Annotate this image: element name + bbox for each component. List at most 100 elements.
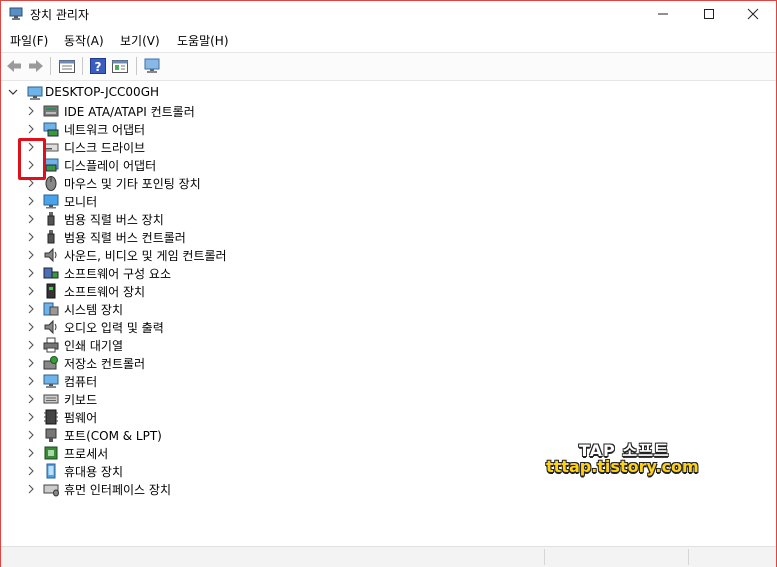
chevron-right-icon[interactable]	[27, 214, 35, 224]
minimize-button[interactable]	[640, 1, 686, 27]
device-manager-window: 장치 관리자 파일(F) 동작(A) 보기(V) 도움말(H) ? DESKTO…	[0, 0, 777, 567]
view-icon[interactable]	[111, 57, 129, 75]
tree-item[interactable]: 포트(COM & LPT)	[1, 426, 401, 444]
tree-item-label: 디스크 드라이브	[64, 141, 146, 155]
tree-item-label: 펌웨어	[64, 411, 98, 425]
software-component-icon	[43, 267, 59, 279]
tree-item[interactable]: 인쇄 대기열	[1, 336, 401, 354]
tree-item[interactable]: 소프트웨어 장치	[1, 282, 401, 300]
computer-icon	[27, 86, 43, 100]
tree-item-label: 사운드, 비디오 및 게임 컨트롤러	[64, 249, 227, 263]
menu-action[interactable]: 동작(A)	[64, 32, 104, 49]
tree-item[interactable]: 키보드	[1, 390, 401, 408]
tree-item[interactable]: 범용 직렬 버스 컨트롤러	[1, 228, 401, 246]
chevron-right-icon[interactable]	[27, 322, 35, 332]
speaker-icon	[44, 247, 57, 263]
toolbar-separator	[136, 57, 137, 75]
tree-item-label: 소프트웨어 장치	[64, 285, 146, 299]
tree-item[interactable]: 마우스 및 기타 포인팅 장치	[1, 174, 401, 192]
tree-item[interactable]: 디스플레이 어댑터	[1, 156, 401, 174]
software-device-icon	[46, 283, 56, 299]
title-bar[interactable]: 장치 관리자	[1, 1, 776, 27]
keyboard-icon	[43, 394, 59, 404]
chevron-right-icon[interactable]	[27, 286, 35, 296]
chevron-right-icon[interactable]	[27, 232, 35, 242]
computer-icon	[43, 374, 59, 388]
tree-item[interactable]: 범용 직렬 버스 장치	[1, 210, 401, 228]
tree-item-label: 범용 직렬 버스 장치	[64, 213, 164, 227]
tree-item[interactable]: 오디오 입력 및 출력	[1, 318, 401, 336]
chevron-right-icon[interactable]	[27, 340, 35, 350]
tree-item-label: 네트워크 어댑터	[64, 123, 146, 137]
chevron-right-icon[interactable]	[27, 124, 35, 134]
tree-item-label: 범용 직렬 버스 컨트롤러	[64, 231, 186, 245]
tree-item[interactable]: 휴대용 장치	[1, 462, 401, 480]
tree-item-label: 휴먼 인터페이스 장치	[64, 483, 171, 497]
watermark-url: tttap.tistory.com	[546, 457, 699, 476]
device-manager-icon	[9, 7, 23, 20]
status-divider	[688, 549, 689, 565]
tree-item[interactable]: 프로세서	[1, 444, 401, 462]
usb-icon	[47, 212, 55, 226]
chevron-right-icon[interactable]	[27, 430, 35, 440]
tree-item-label: 저장소 컨트롤러	[64, 357, 146, 371]
tree-item[interactable]: 휴먼 인터페이스 장치	[1, 480, 401, 498]
tree-item[interactable]: 사운드, 비디오 및 게임 컨트롤러	[1, 246, 401, 264]
tree-item[interactable]: 컴퓨터	[1, 372, 401, 390]
highlight-box	[18, 138, 46, 180]
tree-item[interactable]: 모니터	[1, 192, 401, 210]
tree-item-label: 오디오 입력 및 출력	[64, 321, 164, 335]
chevron-down-icon[interactable]	[8, 87, 18, 97]
ide-controller-icon	[43, 105, 59, 117]
chevron-right-icon[interactable]	[27, 106, 35, 116]
tree-item-label: 인쇄 대기열	[64, 339, 124, 353]
chevron-right-icon[interactable]	[27, 484, 35, 494]
chevron-right-icon[interactable]	[27, 448, 35, 458]
maximize-button[interactable]	[686, 1, 732, 27]
menu-bar: 파일(F) 동작(A) 보기(V) 도움말(H)	[1, 30, 776, 50]
monitor-icon	[43, 194, 59, 209]
chevron-right-icon[interactable]	[27, 304, 35, 314]
chevron-right-icon[interactable]	[27, 358, 35, 368]
tree-item-label: 휴대용 장치	[64, 465, 124, 479]
chevron-right-icon[interactable]	[27, 394, 35, 404]
forward-icon[interactable]	[27, 57, 45, 75]
portable-device-icon	[46, 463, 56, 479]
properties-icon[interactable]	[58, 57, 76, 75]
tree-item-label: 키보드	[64, 393, 98, 407]
tree-item-label: 컴퓨터	[64, 375, 98, 389]
tree-item[interactable]: IDE ATA/ATAPI 컨트롤러	[1, 102, 401, 120]
close-icon	[747, 8, 759, 20]
chevron-right-icon[interactable]	[27, 250, 35, 260]
tree-item-label: 프로세서	[64, 447, 109, 461]
tree-item[interactable]: 펌웨어	[1, 408, 401, 426]
tree-item[interactable]: 네트워크 어댑터	[1, 120, 401, 138]
help-icon[interactable]: ?	[89, 57, 107, 75]
tree-item-label: 모니터	[64, 195, 98, 209]
maximize-icon	[704, 9, 714, 19]
back-icon[interactable]	[5, 57, 23, 75]
window-title: 장치 관리자	[30, 8, 90, 22]
usb-controller-icon	[47, 230, 55, 244]
tree-item[interactable]: 디스크 드라이브	[1, 138, 401, 156]
audio-io-icon	[44, 319, 57, 335]
menu-file[interactable]: 파일(F)	[10, 32, 48, 49]
chevron-right-icon[interactable]	[27, 466, 35, 476]
tree-item-label: 마우스 및 기타 포인팅 장치	[64, 177, 201, 191]
chevron-right-icon[interactable]	[27, 376, 35, 386]
storage-controller-icon	[43, 356, 58, 370]
close-button[interactable]	[730, 1, 776, 27]
tree-root[interactable]: DESKTOP-JCC00GH	[1, 84, 301, 102]
chevron-right-icon[interactable]	[27, 196, 35, 206]
chevron-right-icon[interactable]	[27, 268, 35, 278]
tree-item[interactable]: 시스템 장치	[1, 300, 401, 318]
tree-item[interactable]: 소프트웨어 구성 요소	[1, 264, 401, 282]
network-adapter-icon	[43, 122, 59, 137]
monitor-icon[interactable]	[143, 57, 161, 75]
tree-item-label: 소프트웨어 구성 요소	[64, 267, 171, 281]
menu-help[interactable]: 도움말(H)	[177, 32, 229, 49]
tree-item[interactable]: 저장소 컨트롤러	[1, 354, 401, 372]
chevron-right-icon[interactable]	[27, 412, 35, 422]
menu-view[interactable]: 보기(V)	[120, 32, 160, 49]
firmware-icon	[44, 409, 58, 425]
